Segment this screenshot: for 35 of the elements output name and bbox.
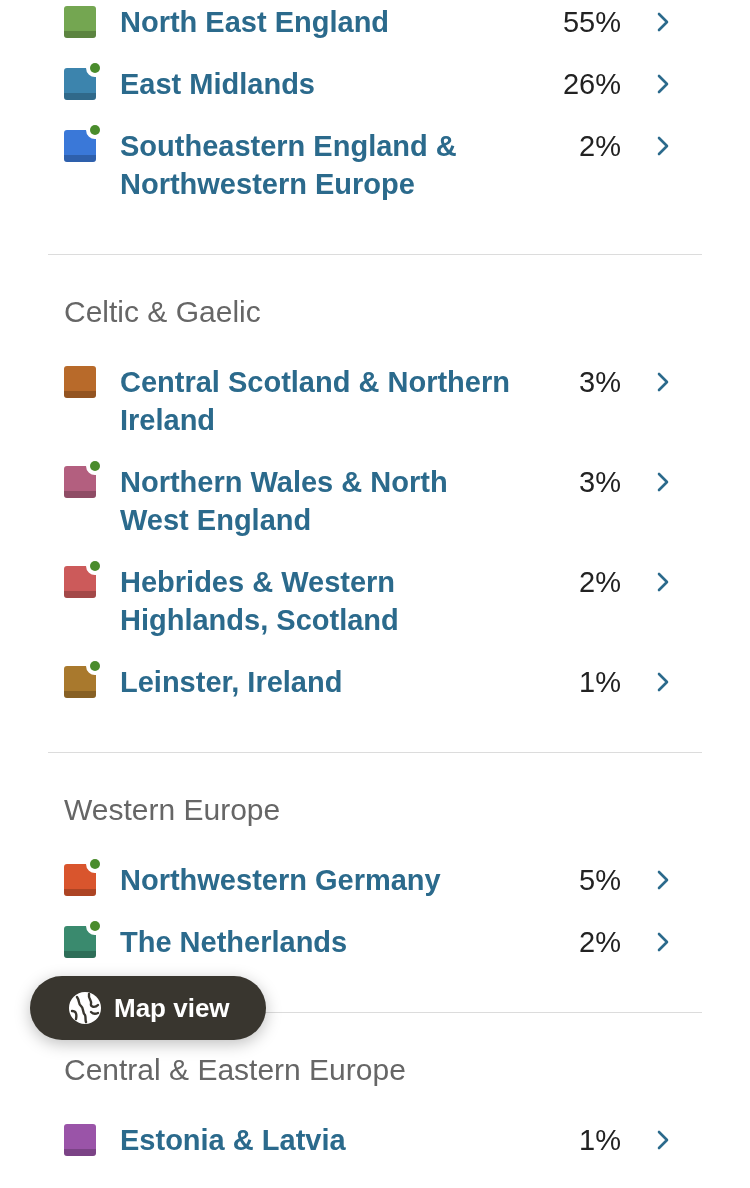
percentage: 5% (579, 863, 621, 898)
percentage: 55% (562, 5, 621, 40)
chevron-right-icon[interactable] (657, 74, 669, 94)
chevron-right-icon[interactable] (657, 12, 669, 32)
map-view-button[interactable]: Map view (30, 976, 266, 1040)
region-name[interactable]: Estonia & Latvia (120, 1121, 518, 1159)
chevron-right-icon[interactable] (657, 1130, 669, 1150)
region-name[interactable]: East Midlands (120, 65, 518, 103)
chevron-right-icon[interactable] (657, 932, 669, 952)
globe-icon (69, 992, 101, 1024)
percentage: 1% (579, 1123, 621, 1158)
percentage: 26% (562, 67, 621, 102)
section-heading: Western Europe (64, 792, 282, 828)
section-heading: Central & Eastern Europe (64, 1052, 407, 1088)
chevron-right-icon[interactable] (657, 572, 669, 592)
region-name[interactable]: Central Scotland & Northern Ireland (120, 363, 518, 439)
region-name[interactable]: North East England (120, 3, 518, 41)
percentage: 3% (579, 365, 621, 400)
percentage: 1% (579, 665, 621, 700)
region-name[interactable]: Southeastern England & Northwestern Europe (120, 127, 518, 203)
percentage: 2% (579, 129, 621, 164)
chevron-right-icon[interactable] (657, 870, 669, 890)
chevron-right-icon[interactable] (657, 472, 669, 492)
region-name[interactable]: Leinster, Ireland (120, 663, 518, 701)
percentage: 2% (579, 925, 621, 960)
chevron-right-icon[interactable] (657, 672, 669, 692)
region-name[interactable]: Hebrides & Western Highlands, Scotland (120, 563, 518, 639)
region-name[interactable]: The Netherlands (120, 923, 518, 961)
region-name[interactable]: Northwestern Germany (120, 861, 518, 899)
region-name[interactable]: Northern Wales & North West England (120, 463, 518, 539)
percentage: 2% (579, 565, 621, 600)
chevron-right-icon[interactable] (657, 372, 669, 392)
chevron-right-icon[interactable] (657, 136, 669, 156)
percentage: 3% (579, 465, 621, 500)
section-heading: Celtic & Gaelic (64, 294, 262, 330)
